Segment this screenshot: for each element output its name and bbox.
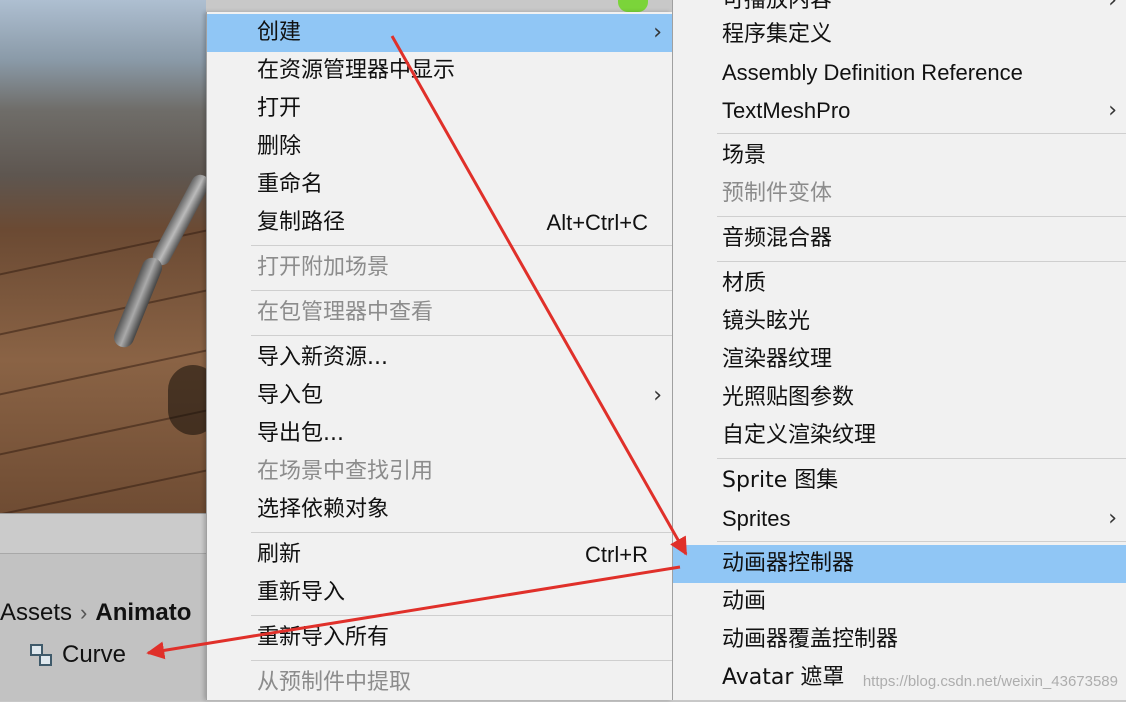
- annotation-arrow-result: [146, 565, 681, 660]
- annotation-arrows: [146, 35, 688, 660]
- annotation-arrow-create: [390, 35, 688, 556]
